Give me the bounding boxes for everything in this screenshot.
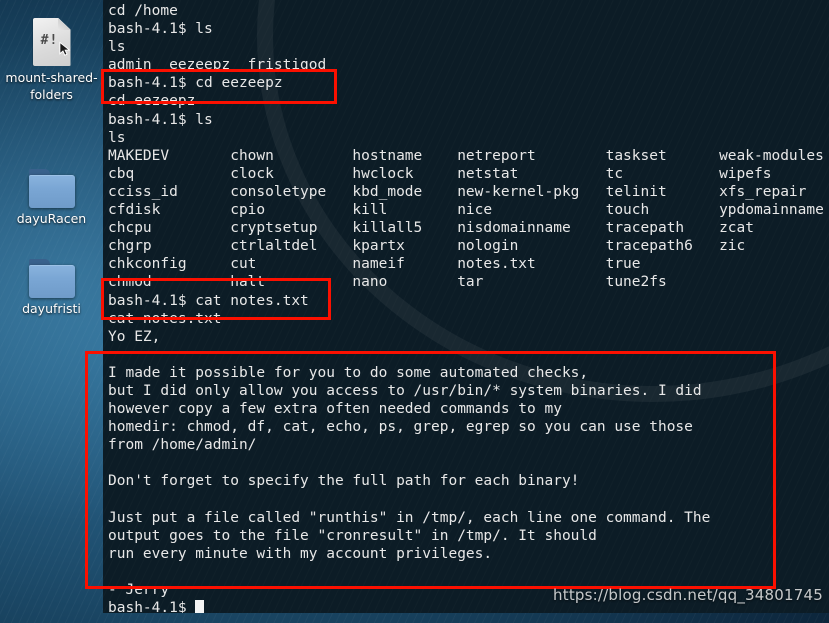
- terminal-line: homedir: chmod, df, cat, echo, ps, grep,…: [108, 419, 693, 436]
- terminal-output: cd /home bash-4.1$ ls ls admin eezeepz fris…: [103, 0, 829, 613]
- desktop-icon-mount-shared-folders[interactable]: #! mount-shared-folders: [0, 14, 103, 103]
- desktop-icon-dayuracen[interactable]: dayuRacen: [0, 155, 103, 227]
- terminal-line: cd eezeepz: [108, 93, 196, 110]
- terminal-line: cbq clock hwclock netstat tc wipefs: [108, 165, 772, 182]
- terminal-line: chmod halt nano tar tune2fs: [108, 274, 667, 291]
- terminal-line: chgrp ctrlaltdel kpartx nologin tracepat…: [108, 238, 746, 255]
- terminal-line: admin eezeepz fristigod: [108, 57, 327, 74]
- terminal-line: chkconfig cut nameif notes.txt true: [108, 256, 641, 273]
- terminal-line: output goes to the file "cronresult" in …: [108, 527, 597, 544]
- terminal-line: cd /home: [108, 3, 178, 19]
- desktop-icon-column: #! mount-shared-folders dayuRacen dayufr…: [0, 0, 103, 623]
- terminal-line: but I did only allow you access to /usr/…: [108, 382, 702, 399]
- screen: #! mount-shared-folders dayuRacen dayufr…: [0, 0, 829, 623]
- terminal-line: Don't forget to specify the full path fo…: [108, 473, 580, 490]
- folder-icon: [0, 155, 103, 208]
- terminal-line: Yo EZ,: [108, 328, 161, 345]
- terminal-line: bash-4.1$ cd eezeepz: [108, 75, 283, 92]
- terminal-window[interactable]: cd /home bash-4.1$ ls ls admin eezeepz fris…: [103, 0, 829, 613]
- terminal-line: cciss_id consoletype kbd_mode new-kernel…: [108, 183, 807, 200]
- terminal-line: bash-4.1$ cat notes.txt: [108, 292, 309, 309]
- watermark-url: https://blog.csdn.net/qq_34801745: [553, 586, 823, 604]
- terminal-line: bash-4.1$ ls: [108, 21, 213, 38]
- folder-icon: [0, 245, 103, 298]
- terminal-line: from /home/admin/: [108, 437, 257, 454]
- terminal-line: bash-4.1$ ls: [108, 111, 213, 128]
- terminal-line: ls: [108, 129, 126, 146]
- terminal-line: however copy a few extra often needed co…: [108, 401, 562, 418]
- desktop-icon-label: dayuRacen: [16, 211, 87, 226]
- terminal-line: MAKEDEV chown hostname netreport taskset…: [108, 147, 824, 164]
- terminal-line: cfdisk cpio kill nice touch ypdomainname: [108, 202, 824, 219]
- terminal-cursor: [195, 600, 204, 613]
- terminal-line: ls: [108, 39, 126, 56]
- terminal-line: Just put a file called "runthis" in /tmp…: [108, 509, 711, 526]
- terminal-line: run every minute with my account privile…: [108, 545, 493, 562]
- pointer-cursor-icon: [58, 41, 70, 56]
- terminal-line: I made it possible for you to do some au…: [108, 364, 589, 381]
- terminal-line: cat notes.txt: [108, 310, 222, 327]
- terminal-line: chcpu cryptsetup killall5 nisdomainname …: [108, 220, 755, 237]
- desktop-icon-dayufristi[interactable]: dayufristi: [0, 245, 103, 317]
- desktop-icon-label: dayufristi: [22, 301, 81, 316]
- desktop-icon-label: mount-shared-folders: [5, 70, 98, 102]
- script-file-icon: #!: [0, 14, 103, 66]
